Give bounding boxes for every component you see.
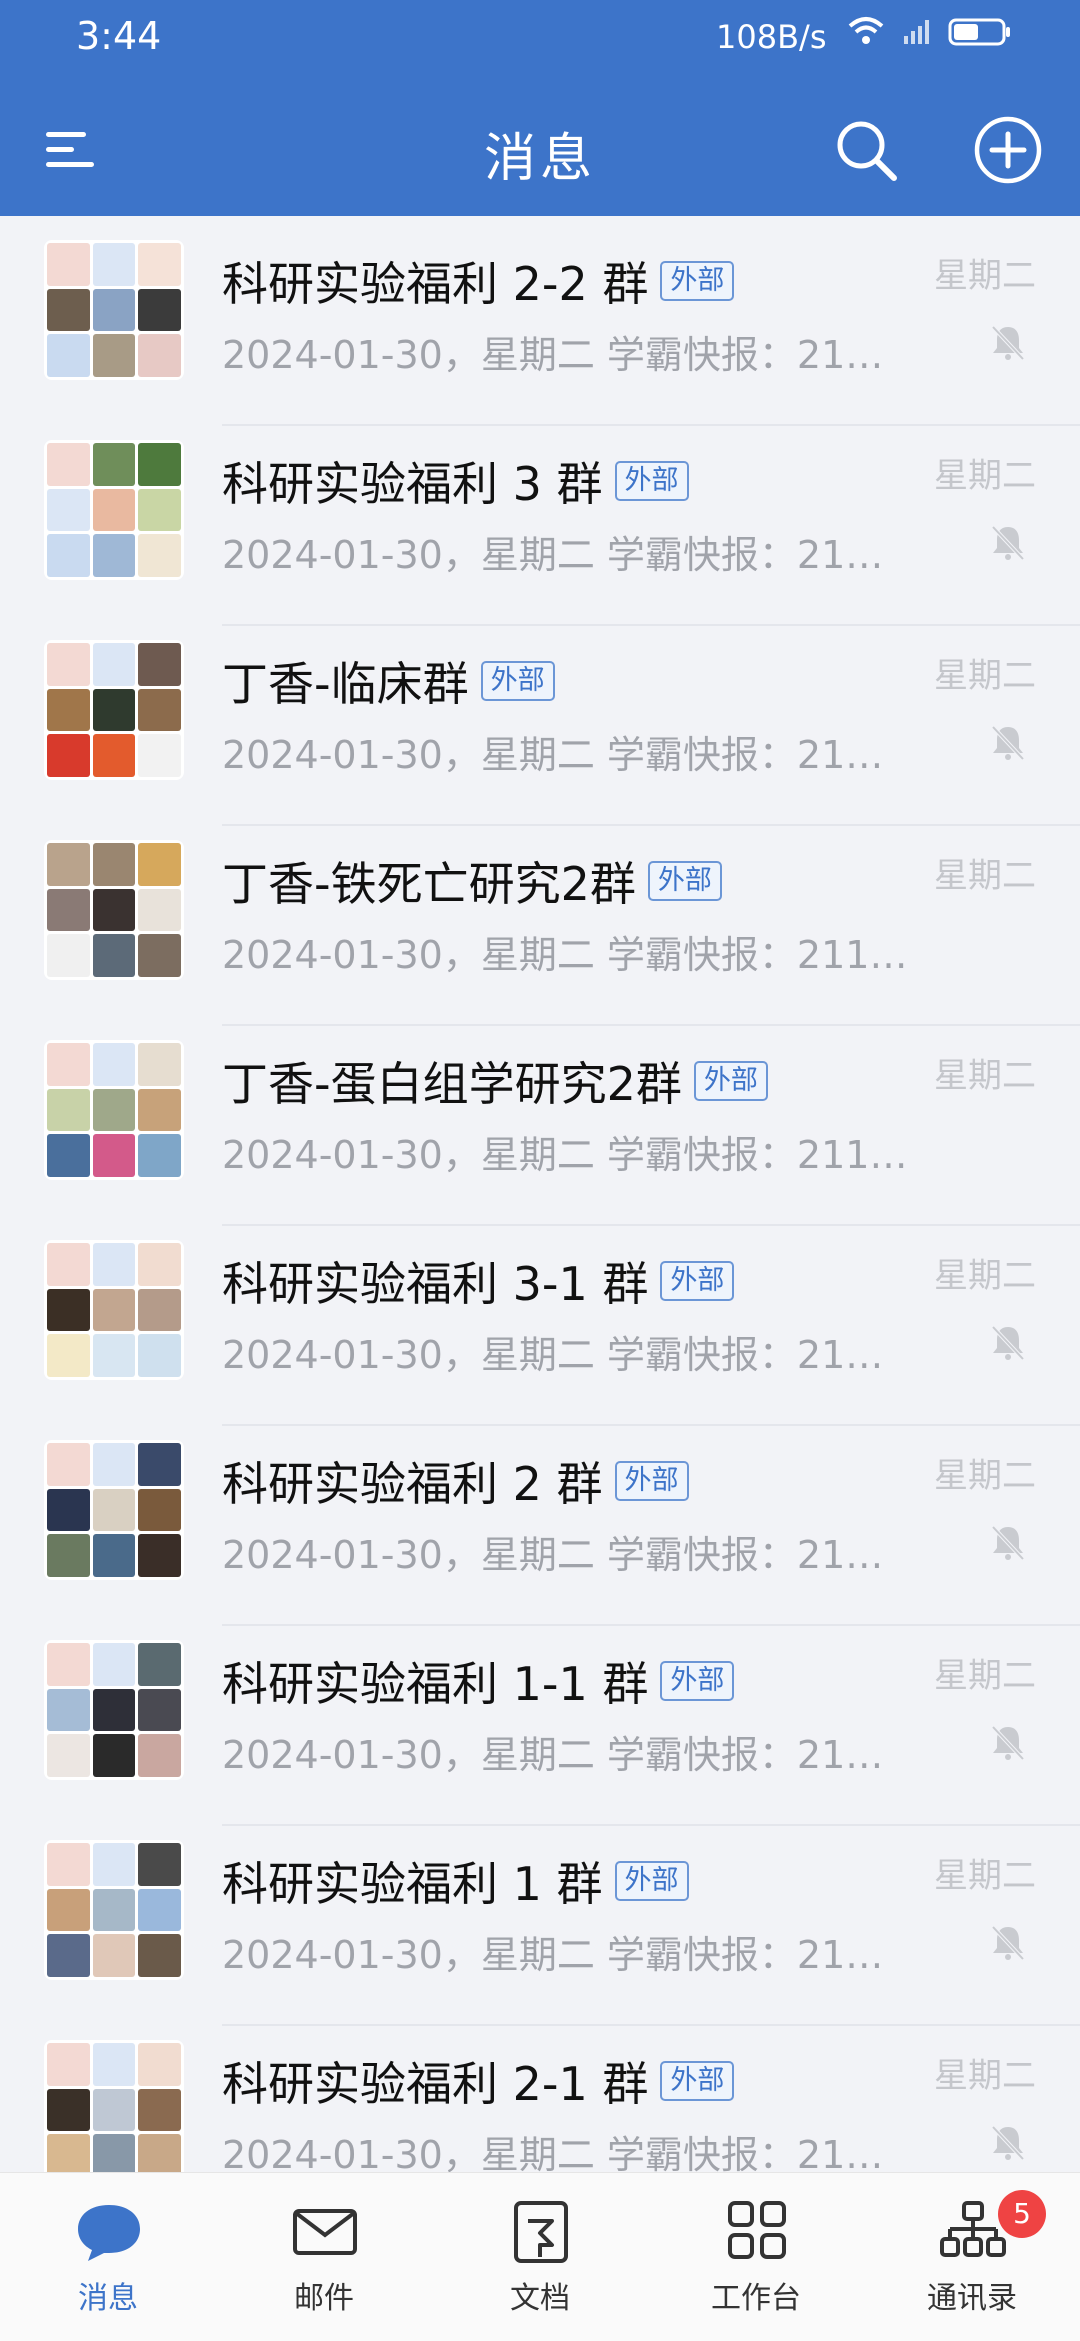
conversation-name: 科研实验福利 3 群外部 — [222, 448, 689, 514]
tab-messages[interactable]: 消息 — [0, 2173, 216, 2341]
timestamp: 星期二 — [934, 856, 1036, 896]
list-item[interactable]: 科研实验福利 3-1 群外部 2024-01-30，星期二 学霸快报：21… 星… — [0, 1226, 1080, 1426]
list-item[interactable]: 丁香-铁死亡研究2群 外部 2024-01-30，星期二 学霸快报：211… 星期… — [0, 826, 1080, 1026]
group-avatar — [44, 240, 184, 380]
conversation-name: 科研实验福利 2-1 群外部 — [222, 2048, 735, 2114]
external-tag: 外部 — [614, 1461, 689, 1501]
list-item[interactable]: 科研实验福利 2-1 群外部 2024-01-30，星期二 学霸快报：21… 星… — [0, 2026, 1080, 2172]
external-tag: 外部 — [614, 461, 689, 501]
add-icon[interactable] — [972, 114, 1044, 186]
list-item[interactable]: 科研实验福利 1-1 群外部 2024-01-30，星期二 学霸快报：21… 星… — [0, 1626, 1080, 1826]
conversation-name: 丁香-临床群 外部 — [222, 648, 555, 714]
external-tag: 外部 — [614, 1861, 689, 1901]
document-icon — [514, 2201, 568, 2263]
conversation-name: 科研实验福利 1 群外部 — [222, 1848, 689, 1914]
conversation-name: 丁香-铁死亡研究2群 外部 — [222, 848, 722, 914]
battery-icon — [948, 18, 1010, 46]
page-title: 消息 — [483, 129, 596, 189]
message-preview: 2024-01-30，星期二 学霸快报：21… — [222, 1533, 884, 1577]
list-item[interactable]: 科研实验福利 1 群外部 2024-01-30，星期二 学霸快报：21… 星期二 — [0, 1826, 1080, 2026]
tab-workbench[interactable]: 工作台 — [648, 2173, 864, 2341]
conversation-name: 科研实验福利 2 群外部 — [222, 1448, 689, 1514]
group-avatar — [44, 1640, 184, 1780]
mute-bell-icon — [991, 525, 1025, 561]
chat-bubble-icon — [78, 2205, 140, 2261]
timestamp: 星期二 — [934, 2056, 1036, 2096]
conversation-name: 丁香-蛋白组学研究2群 外部 — [222, 1048, 768, 1114]
tab-label: 文档 — [510, 2281, 570, 2316]
mute-bell-icon — [991, 1325, 1025, 1361]
mute-bell-icon — [991, 2125, 1025, 2161]
list-item[interactable]: 丁香-临床群 外部 2024-01-30，星期二 学霸快报：21… 星期二 — [0, 626, 1080, 826]
message-preview: 2024-01-30，星期二 学霸快报：21… — [222, 733, 884, 777]
group-avatar — [44, 1240, 184, 1380]
message-preview: 2024-01-30，星期二 学霸快报：211… — [222, 933, 908, 977]
list-item[interactable]: 科研实验福利 2 群外部 2024-01-30，星期二 学霸快报：21… 星期二 — [0, 1426, 1080, 1626]
network-speed: 108B/s — [716, 18, 827, 56]
signal-icon — [904, 20, 929, 44]
group-avatar — [44, 1040, 184, 1180]
tab-label: 工作台 — [711, 2281, 801, 2316]
top-app-bar: 3:44 108B/s 消息 — [0, 0, 1080, 216]
bottom-tab-bar: 消息 邮件 文档 工作台 通讯录 — [0, 2172, 1080, 2341]
list-item[interactable]: 科研实验福利 3 群外部 2024-01-30，星期二 学霸快报：21… 星期二 — [0, 426, 1080, 626]
timestamp: 星期二 — [934, 1656, 1036, 1696]
timestamp: 星期二 — [934, 656, 1036, 696]
group-avatar — [44, 1440, 184, 1580]
status-bar: 3:44 108B/s — [0, 0, 1080, 76]
timestamp: 星期二 — [934, 1456, 1036, 1496]
mute-bell-icon — [991, 1925, 1025, 1961]
group-avatar — [44, 440, 184, 580]
message-preview: 2024-01-30，星期二 学霸快报：21… — [222, 333, 884, 377]
external-tag: 外部 — [660, 2061, 735, 2101]
external-tag: 外部 — [480, 661, 555, 701]
title-bar: 消息 — [0, 86, 1080, 206]
list-item[interactable]: 丁香-蛋白组学研究2群 外部 2024-01-30，星期二 学霸快报：211… 星… — [0, 1026, 1080, 1226]
message-preview: 2024-01-30，星期二 学霸快报：21… — [222, 1933, 884, 1977]
conversation-list[interactable]: 科研实验福利 2-2 群外部 2024-01-30，星期二 学霸快报：21… 星… — [0, 216, 1080, 2172]
conversation-name: 科研实验福利 3-1 群外部 — [222, 1248, 735, 1314]
message-preview: 2024-01-30，星期二 学霸快报：21… — [222, 533, 884, 577]
group-avatar — [44, 840, 184, 980]
group-avatar — [44, 640, 184, 780]
tab-label: 通讯录 — [927, 2281, 1017, 2316]
envelope-icon — [293, 2209, 357, 2255]
timestamp: 星期二 — [934, 1856, 1036, 1896]
message-preview: 2024-01-30，星期二 学霸快报：21… — [222, 1733, 884, 1777]
status-icons — [846, 16, 1012, 46]
list-item[interactable]: 科研实验福利 2-2 群外部 2024-01-30，星期二 学霸快报：21… 星… — [0, 226, 1080, 426]
tab-label: 邮件 — [294, 2281, 354, 2316]
external-tag: 外部 — [693, 1061, 768, 1101]
conversation-name: 科研实验福利 2-2 群外部 — [222, 248, 735, 314]
search-icon[interactable] — [832, 116, 900, 184]
conversation-name: 科研实验福利 1-1 群外部 — [222, 1648, 735, 1714]
mute-bell-icon — [991, 1525, 1025, 1561]
tab-mail[interactable]: 邮件 — [216, 2173, 432, 2341]
grid-icon — [728, 2201, 786, 2259]
timestamp: 星期二 — [934, 256, 1036, 296]
mute-bell-icon — [991, 1725, 1025, 1761]
external-tag: 外部 — [660, 1261, 735, 1301]
mute-bell-icon — [991, 725, 1025, 761]
tab-label: 消息 — [78, 2281, 138, 2316]
group-avatar — [44, 1840, 184, 1980]
status-time: 3:44 — [76, 14, 162, 58]
timestamp: 星期二 — [934, 1056, 1036, 1096]
contacts-badge: 5 — [998, 2190, 1046, 2238]
tab-docs[interactable]: 文档 — [432, 2173, 648, 2341]
external-tag: 外部 — [660, 261, 735, 301]
group-avatar — [44, 2040, 184, 2172]
mute-bell-icon — [991, 325, 1025, 361]
wifi-icon — [848, 17, 884, 44]
external-tag: 外部 — [660, 1661, 735, 1701]
message-preview: 2024-01-30，星期二 学霸快报：21… — [222, 2133, 884, 2172]
message-preview: 2024-01-30，星期二 学霸快报：21… — [222, 1333, 884, 1377]
timestamp: 星期二 — [934, 456, 1036, 496]
timestamp: 星期二 — [934, 1256, 1036, 1296]
message-preview: 2024-01-30，星期二 学霸快报：211… — [222, 1133, 908, 1177]
tab-contacts[interactable]: 通讯录 — [864, 2173, 1080, 2341]
external-tag: 外部 — [647, 861, 722, 901]
